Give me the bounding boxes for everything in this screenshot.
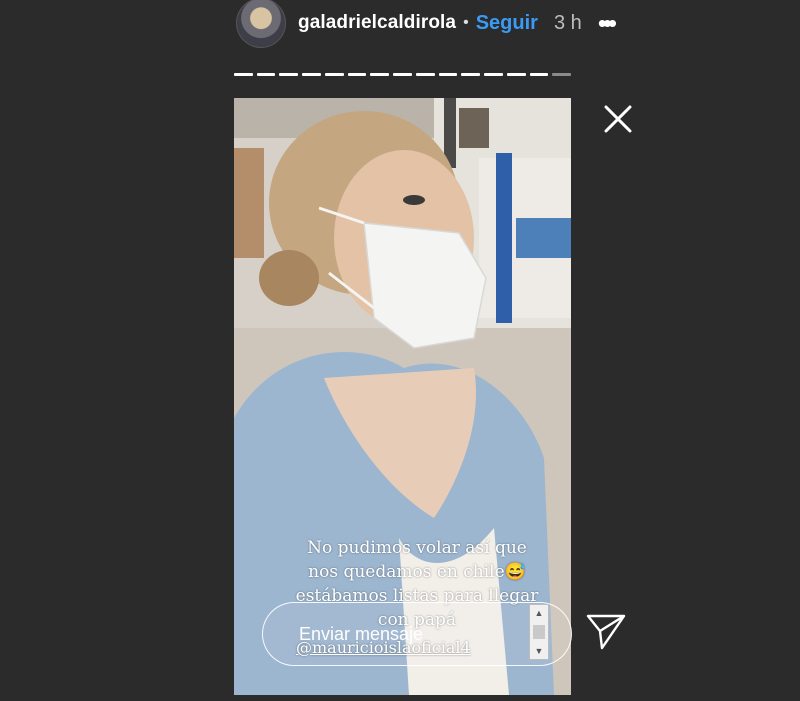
progress-segment [529,73,549,76]
progress-segment [302,73,321,76]
story-progress [234,73,572,76]
more-horizontal-icon[interactable]: ••• [598,10,617,36]
progress-segment [370,73,390,76]
scroll-down-arrow-icon[interactable]: ▼ [530,643,548,659]
send-icon[interactable] [585,612,627,652]
progress-segment [438,73,458,76]
progress-segment [484,73,503,76]
progress-segment [234,73,253,76]
caption-line: No pudimos volar así que [307,538,527,558]
mention-tag[interactable]: @mauricioislaoficial4 [296,638,516,657]
username[interactable]: galadrielcaldirola [298,12,456,34]
follow-button[interactable]: Seguir [476,12,538,35]
scroll-up-arrow-icon[interactable]: ▲ [530,605,548,621]
progress-segment [415,73,435,76]
caption-line: nos quedamos en chile😅 [308,562,526,582]
progress-segment [461,73,481,76]
progress-segment-remaining [552,73,572,76]
progress-segment [256,73,276,76]
profile-avatar[interactable] [236,0,286,48]
story-header: galadrielcaldirola • Seguir 3 h ••• [236,0,617,48]
close-icon[interactable] [601,102,635,136]
progress-segment [506,73,526,76]
scrollbar-thumb[interactable] [533,625,545,639]
progress-segment [324,73,344,76]
textarea-scrollbar[interactable]: ▲ ▼ [529,604,549,660]
progress-segment [279,73,299,76]
post-time: 3 h [553,11,582,34]
separator-dot: • [463,14,469,31]
progress-segment [347,73,367,76]
progress-segment [393,73,412,76]
